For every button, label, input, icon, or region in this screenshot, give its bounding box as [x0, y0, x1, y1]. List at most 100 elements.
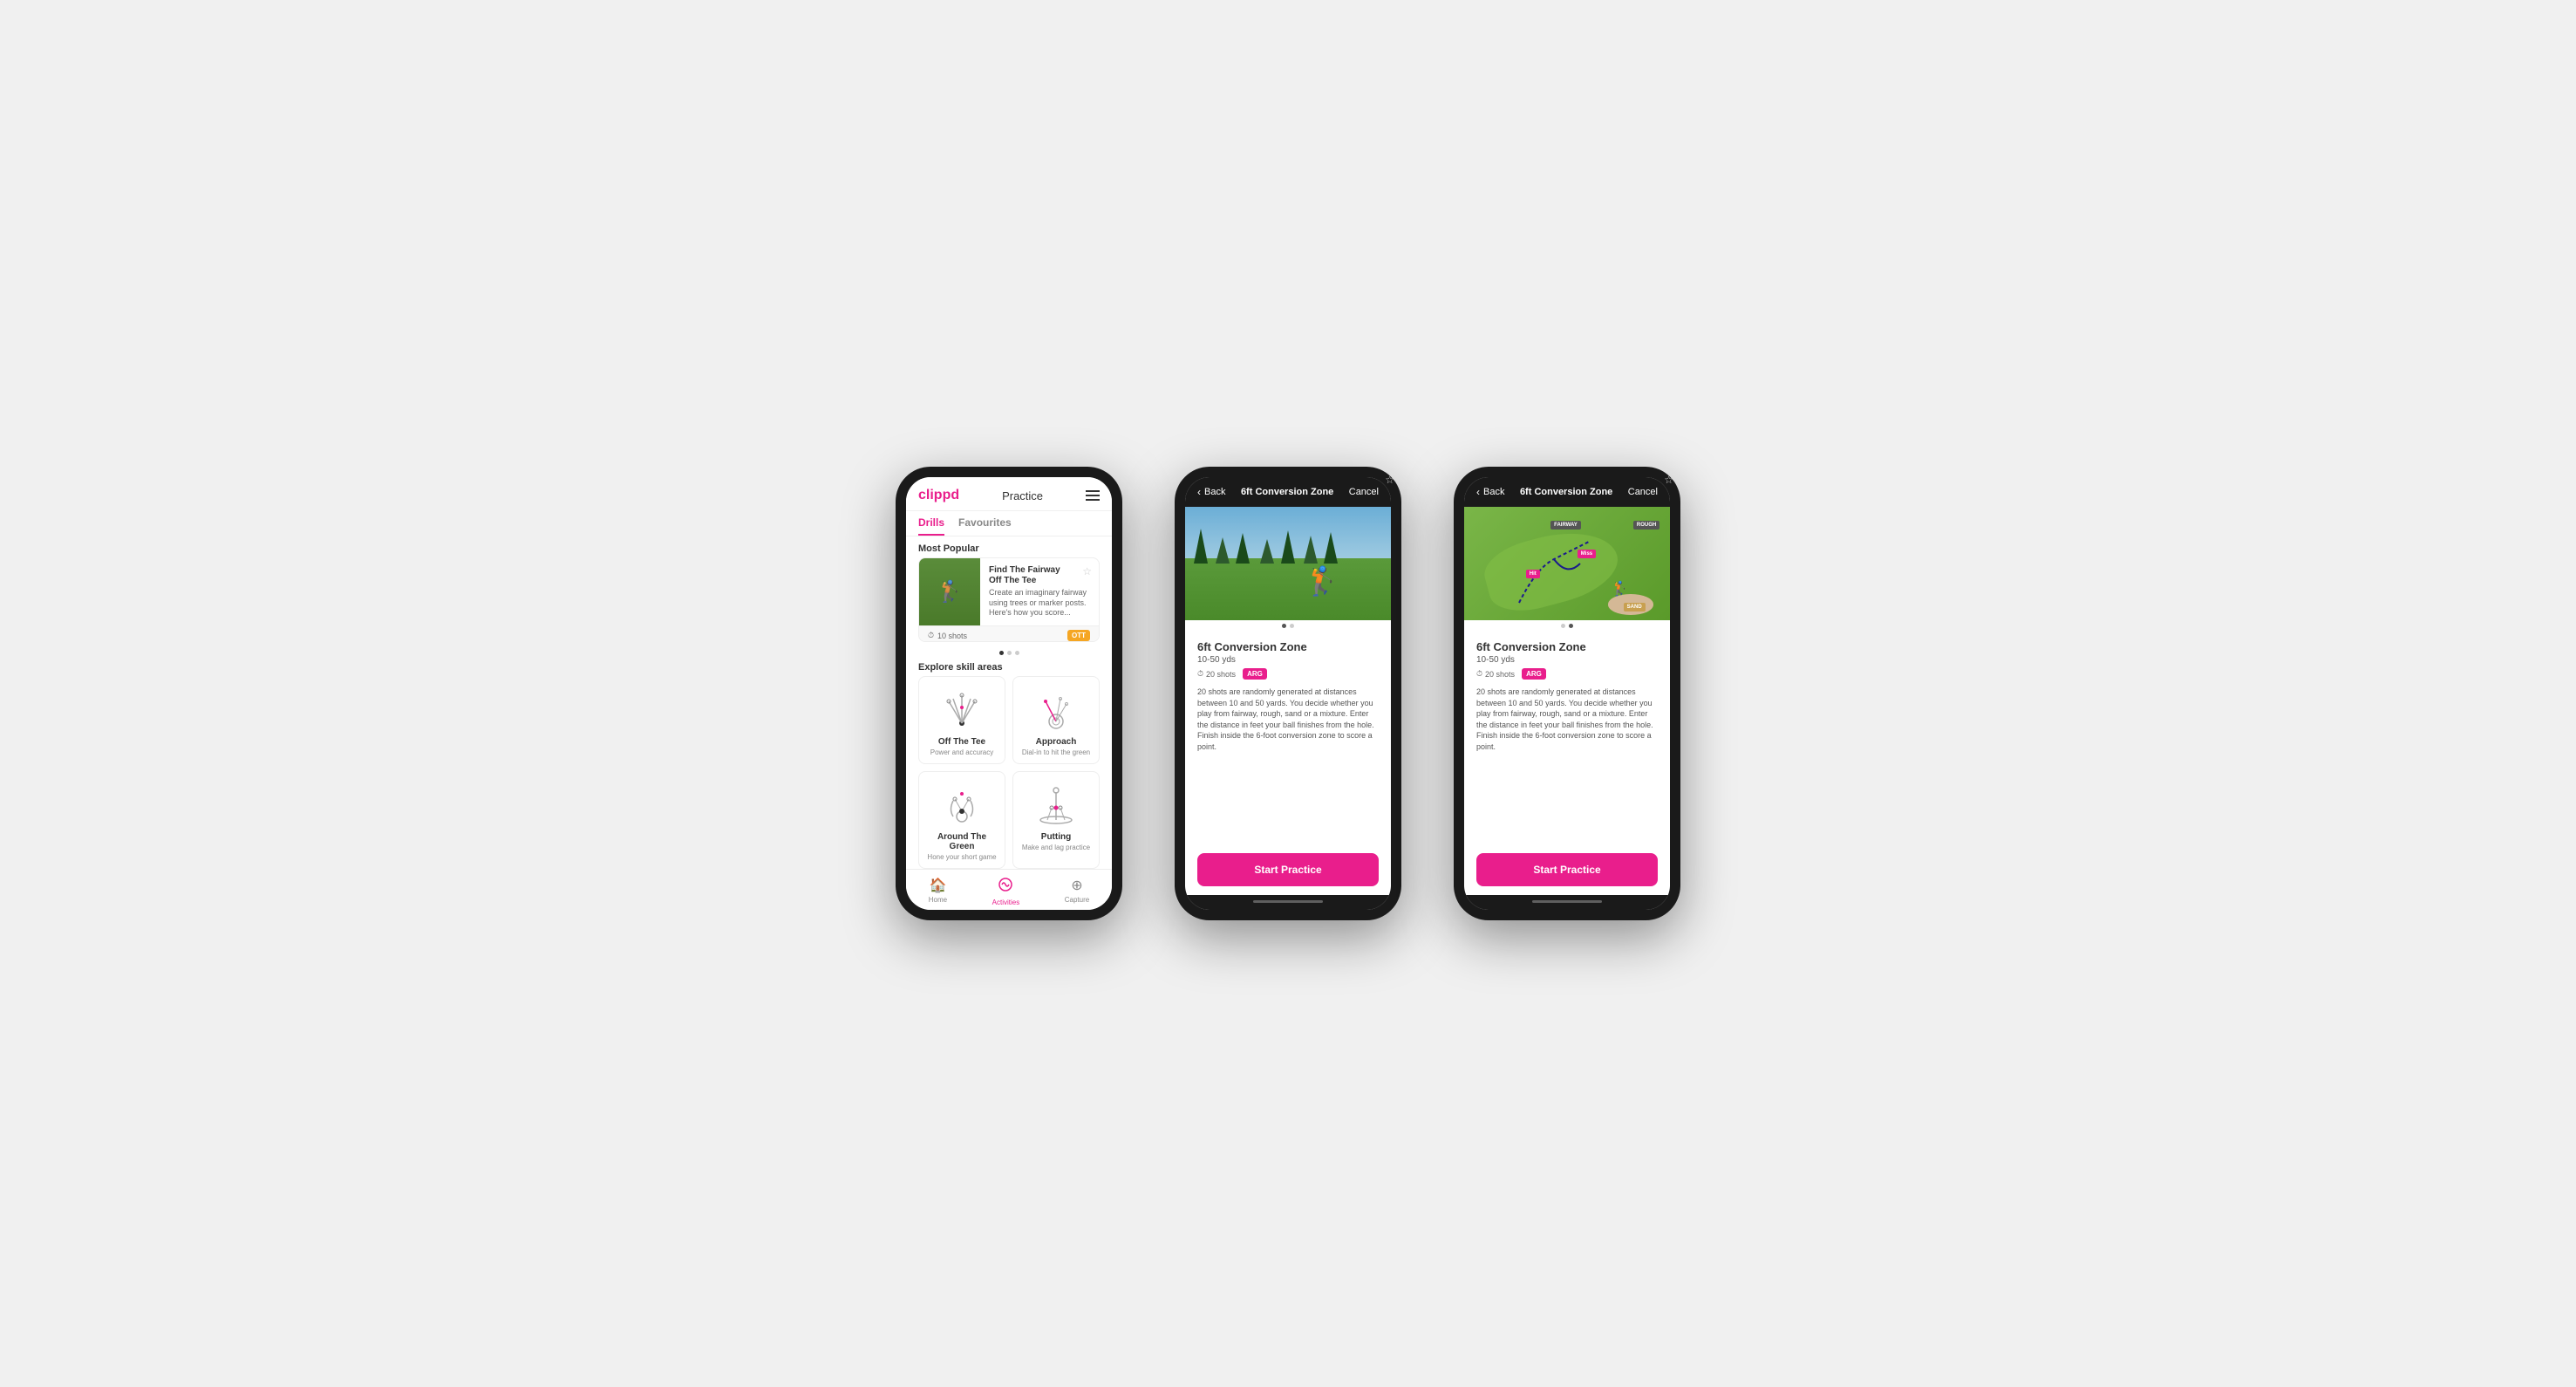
nav-home-label: Home — [929, 896, 947, 904]
pagination-dots — [906, 647, 1112, 659]
phone3-header: ‹ Back 6ft Conversion Zone Cancel — [1464, 477, 1670, 507]
explore-label: Explore skill areas — [906, 659, 1112, 676]
map-golfer: 🏌️ — [1612, 580, 1629, 598]
fairway-bg — [1185, 558, 1391, 621]
drill-detail-title: 6ft Conversion Zone — [1197, 640, 1307, 653]
phone3: ‹ Back 6ft Conversion Zone Cancel — [1454, 467, 1680, 920]
clippd-logo: clippd — [918, 488, 959, 503]
drill-tag-ott: OTT — [1067, 630, 1090, 641]
shots-badge: ⏱ 20 shots — [1197, 669, 1236, 679]
map-scene: Hit Miss FAIRWAY ROUGH SAND 🏌️ — [1464, 507, 1670, 620]
home-icon: 🏠 — [929, 877, 946, 894]
map-rough-label: ROUGH — [1633, 521, 1659, 530]
ott-icon — [936, 688, 988, 732]
img-dot-1 — [1282, 624, 1286, 628]
drill-detail-info-3: 6ft Conversion Zone 10-50 yds — [1476, 640, 1586, 665]
nav-capture-label: Capture — [1065, 896, 1089, 904]
cancel-button[interactable]: Cancel — [1349, 487, 1379, 497]
phone3-bottom — [1464, 895, 1670, 910]
tab-drills[interactable]: Drills — [918, 516, 944, 536]
activities-icon — [998, 877, 1013, 897]
phone2-screen: ‹ Back 6ft Conversion Zone Cancel — [1185, 477, 1391, 910]
phone2-nav-title: 6ft Conversion Zone — [1241, 487, 1333, 497]
skill-card-approach[interactable]: Approach Dial-in to hit the green — [1012, 676, 1100, 764]
ott-desc: Power and accuracy — [930, 748, 993, 756]
back-chevron-icon-3: ‹ — [1476, 486, 1480, 498]
putting-icon-area — [1026, 781, 1087, 829]
header-title: Practice — [1002, 489, 1043, 502]
drill-card-text: Find The Fairway Off The Tee Create an i… — [980, 558, 1099, 625]
drill-subtitle: Off The Tee — [989, 576, 1090, 586]
phone1-header: clippd Practice — [906, 477, 1112, 511]
nav-capture[interactable]: ⊕ Capture — [1065, 877, 1089, 906]
nav-home[interactable]: 🏠 Home — [929, 877, 947, 906]
drill-detail-meta-3: ⏱ 20 shots ARG — [1476, 668, 1658, 680]
drill-title: Find The Fairway — [989, 565, 1090, 576]
drill-detail-content-3: 6ft Conversion Zone 10-50 yds ☆ ⏱ 20 sho… — [1464, 632, 1670, 895]
img-dot-3-2 — [1569, 624, 1573, 628]
bottom-nav: 🏠 Home Activities ⊕ Capture — [906, 869, 1112, 910]
phone1-content: Most Popular 🏌️ Fi — [906, 536, 1112, 869]
shots-count: 20 shots — [1206, 670, 1236, 679]
start-practice-button-3[interactable]: Start Practice — [1476, 853, 1658, 886]
atg-desc: Hone your short game — [927, 853, 996, 861]
drill-map: Hit Miss FAIRWAY ROUGH SAND 🏌️ — [1464, 507, 1670, 620]
skill-card-putting[interactable]: Putting Make and lag practice — [1012, 771, 1100, 869]
drill-detail-info: 6ft Conversion Zone 10-50 yds — [1197, 640, 1307, 665]
nav-activities[interactable]: Activities — [992, 877, 1020, 906]
drill-detail-meta: ⏱ 20 shots ARG — [1197, 668, 1379, 680]
skill-card-atg[interactable]: Around The Green Hone your short game — [918, 771, 1005, 869]
map-hit-label: Hit — [1526, 570, 1540, 578]
map-fairway-label: FAIRWAY — [1550, 521, 1581, 530]
phone3-nav-title: 6ft Conversion Zone — [1520, 487, 1612, 497]
hamburger-menu-icon[interactable] — [1086, 490, 1100, 501]
drill-photo: 🏌️ — [1185, 507, 1391, 620]
featured-drill-card[interactable]: 🏌️ Find The Fairway Off The Tee Create a… — [918, 557, 1100, 642]
back-label-3: Back — [1483, 487, 1504, 497]
ott-name: Off The Tee — [938, 737, 985, 747]
putting-desc: Make and lag practice — [1022, 844, 1090, 851]
dot-3 — [1015, 651, 1019, 655]
tab-favourites[interactable]: Favourites — [958, 516, 1012, 536]
phone3-screen: ‹ Back 6ft Conversion Zone Cancel — [1464, 477, 1670, 910]
drill-tag-arg: ARG — [1243, 668, 1267, 680]
shots-badge-3: ⏱ 20 shots — [1476, 669, 1515, 679]
back-label: Back — [1204, 487, 1225, 497]
golfer-silhouette: 🏌️ — [1305, 564, 1339, 598]
image-pagination — [1185, 620, 1391, 632]
approach-icon — [1030, 688, 1082, 732]
drill-detail-header: 6ft Conversion Zone 10-50 yds ☆ — [1197, 640, 1379, 665]
putting-icon — [1030, 783, 1082, 827]
approach-desc: Dial-in to hit the green — [1022, 748, 1090, 756]
phone2: ‹ Back 6ft Conversion Zone Cancel — [1175, 467, 1401, 920]
favourite-star-icon[interactable]: ☆ — [1082, 565, 1092, 577]
capture-icon: ⊕ — [1071, 877, 1082, 894]
shots-clock-icon-3: ⏱ — [1476, 669, 1482, 679]
shots-clock-icon: ⏱ — [1197, 669, 1203, 679]
start-practice-button[interactable]: Start Practice — [1197, 853, 1379, 886]
skill-grid: Off The Tee Power and accuracy — [906, 676, 1112, 869]
phone2-header: ‹ Back 6ft Conversion Zone Cancel — [1185, 477, 1391, 507]
phone1: clippd Practice Drills Favourites Most P… — [896, 467, 1122, 920]
phone1-screen: clippd Practice Drills Favourites Most P… — [906, 477, 1112, 910]
home-indicator-3 — [1532, 900, 1602, 903]
golf-scene: 🏌️ — [1185, 507, 1391, 620]
back-button-3[interactable]: ‹ Back — [1476, 486, 1504, 498]
nav-activities-label: Activities — [992, 898, 1020, 906]
map-sand-label: SAND — [1624, 603, 1646, 612]
phones-container: clippd Practice Drills Favourites Most P… — [896, 467, 1680, 920]
drill-description: 20 shots are randomly generated at dista… — [1197, 687, 1379, 846]
tabs-row: Drills Favourites — [906, 511, 1112, 536]
drill-description-3: 20 shots are randomly generated at dista… — [1476, 687, 1658, 846]
back-button[interactable]: ‹ Back — [1197, 486, 1225, 498]
clock-icon: ⏱ — [928, 631, 934, 640]
phone2-bottom — [1185, 895, 1391, 910]
drill-card-footer: ⏱ 10 shots OTT — [919, 625, 1099, 642]
cancel-button-3[interactable]: Cancel — [1628, 487, 1658, 497]
skill-card-ott[interactable]: Off The Tee Power and accuracy — [918, 676, 1005, 764]
shots-count-3: 20 shots — [1485, 670, 1515, 679]
ott-icon-area — [931, 686, 992, 734]
drill-detail-content: 6ft Conversion Zone 10-50 yds ☆ ⏱ 20 sho… — [1185, 632, 1391, 895]
atg-icon — [936, 783, 988, 827]
most-popular-label: Most Popular — [906, 536, 1112, 557]
